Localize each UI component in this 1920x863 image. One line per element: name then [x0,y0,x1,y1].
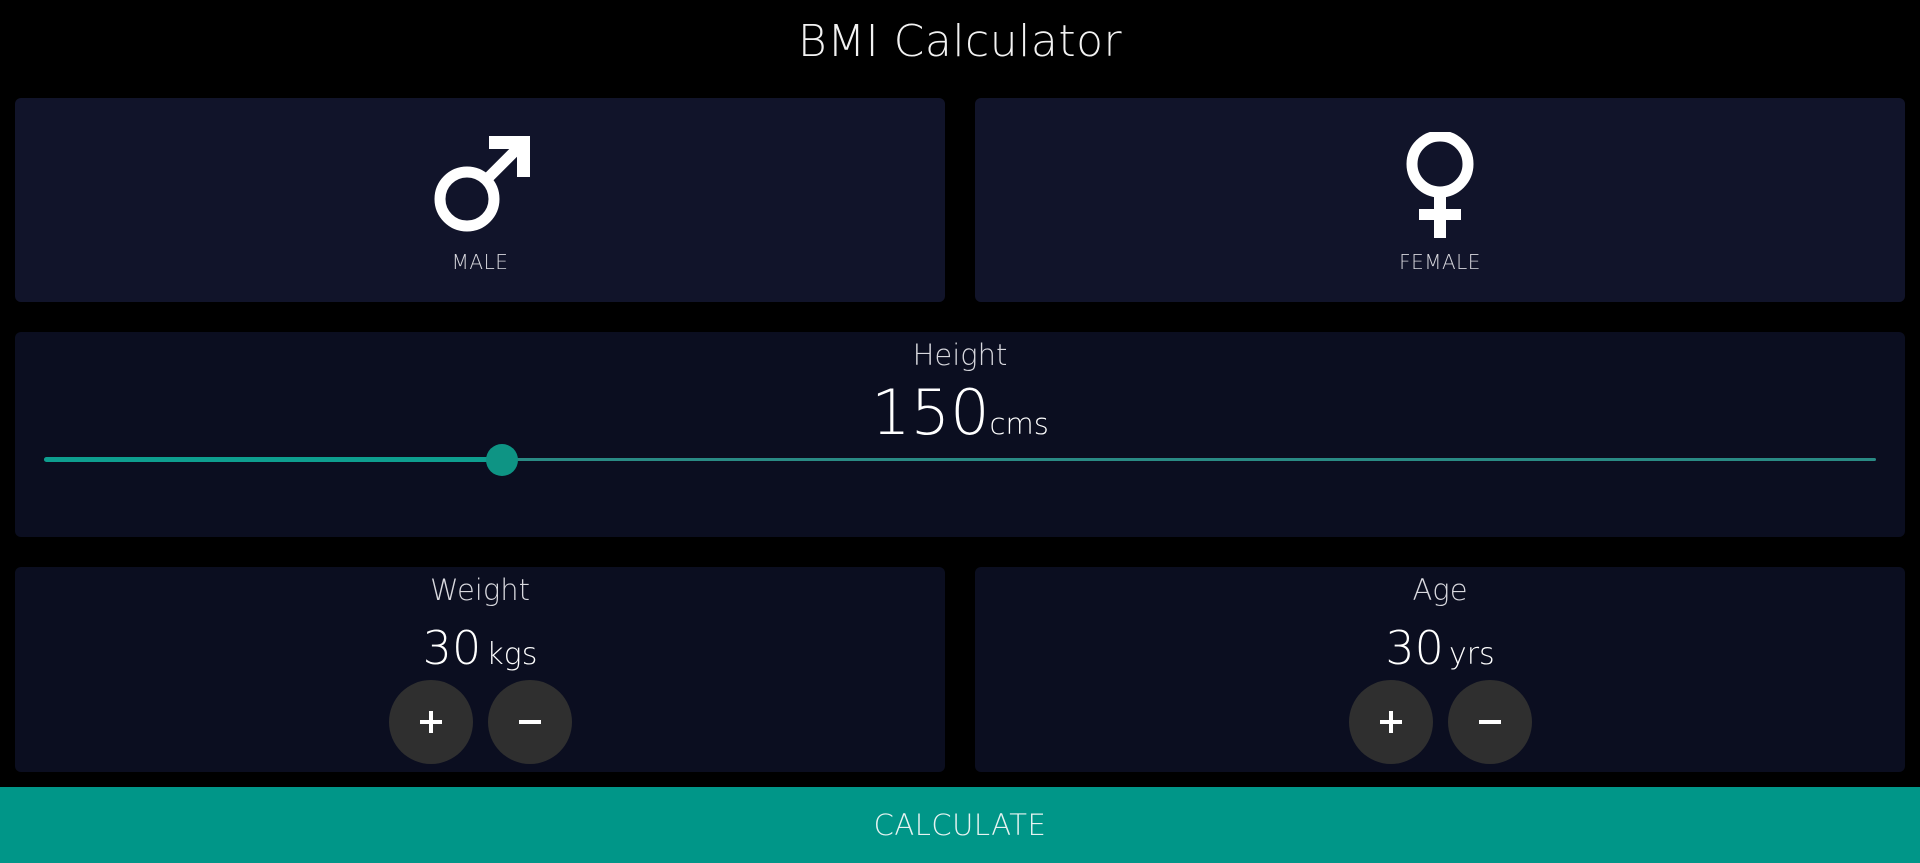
weight-value-display: 30 kgs [15,621,945,675]
height-value: 150 [871,376,990,449]
height-unit: cms [989,407,1049,441]
age-label: Age [1412,573,1468,607]
weight-card: Weight 30 kgs [15,567,945,772]
weight-decrement-button[interactable] [488,680,572,764]
plus-icon [420,711,442,733]
height-slider-thumb[interactable] [486,444,518,476]
age-decrement-button[interactable] [1448,680,1532,764]
height-label: Height [912,338,1008,372]
male-card[interactable]: MALE [15,98,945,302]
weight-unit: kgs [486,637,538,672]
minus-icon [1479,720,1501,724]
female-card[interactable]: FEMALE [975,98,1905,302]
height-card: Height 150cms [15,332,1905,537]
minus-icon [519,720,541,724]
height-slider[interactable] [44,444,1876,476]
age-value-display: 30 yrs [975,621,1905,675]
weight-increment-button[interactable] [389,680,473,764]
bmi-calculator-app: BMI Calculator MALE FEMALE Height 150cms… [0,0,1920,863]
weight-label: Weight [429,573,531,607]
plus-icon [1380,711,1402,733]
female-label: FEMALE [1399,250,1481,274]
age-unit: yrs [1448,637,1495,672]
height-value-display: 150cms [15,376,1905,449]
calculate-button[interactable]: CALCULATE [0,787,1920,863]
male-symbol-icon [434,136,530,232]
male-label: MALE [451,250,509,274]
height-slider-fill [44,457,502,462]
age-increment-button[interactable] [1349,680,1433,764]
age-card: Age 30 yrs [975,567,1905,772]
page-title: BMI Calculator [797,16,1123,67]
age-value: 30 [1385,621,1444,675]
weight-value: 30 [422,621,482,675]
female-symbol-icon [1406,132,1474,238]
